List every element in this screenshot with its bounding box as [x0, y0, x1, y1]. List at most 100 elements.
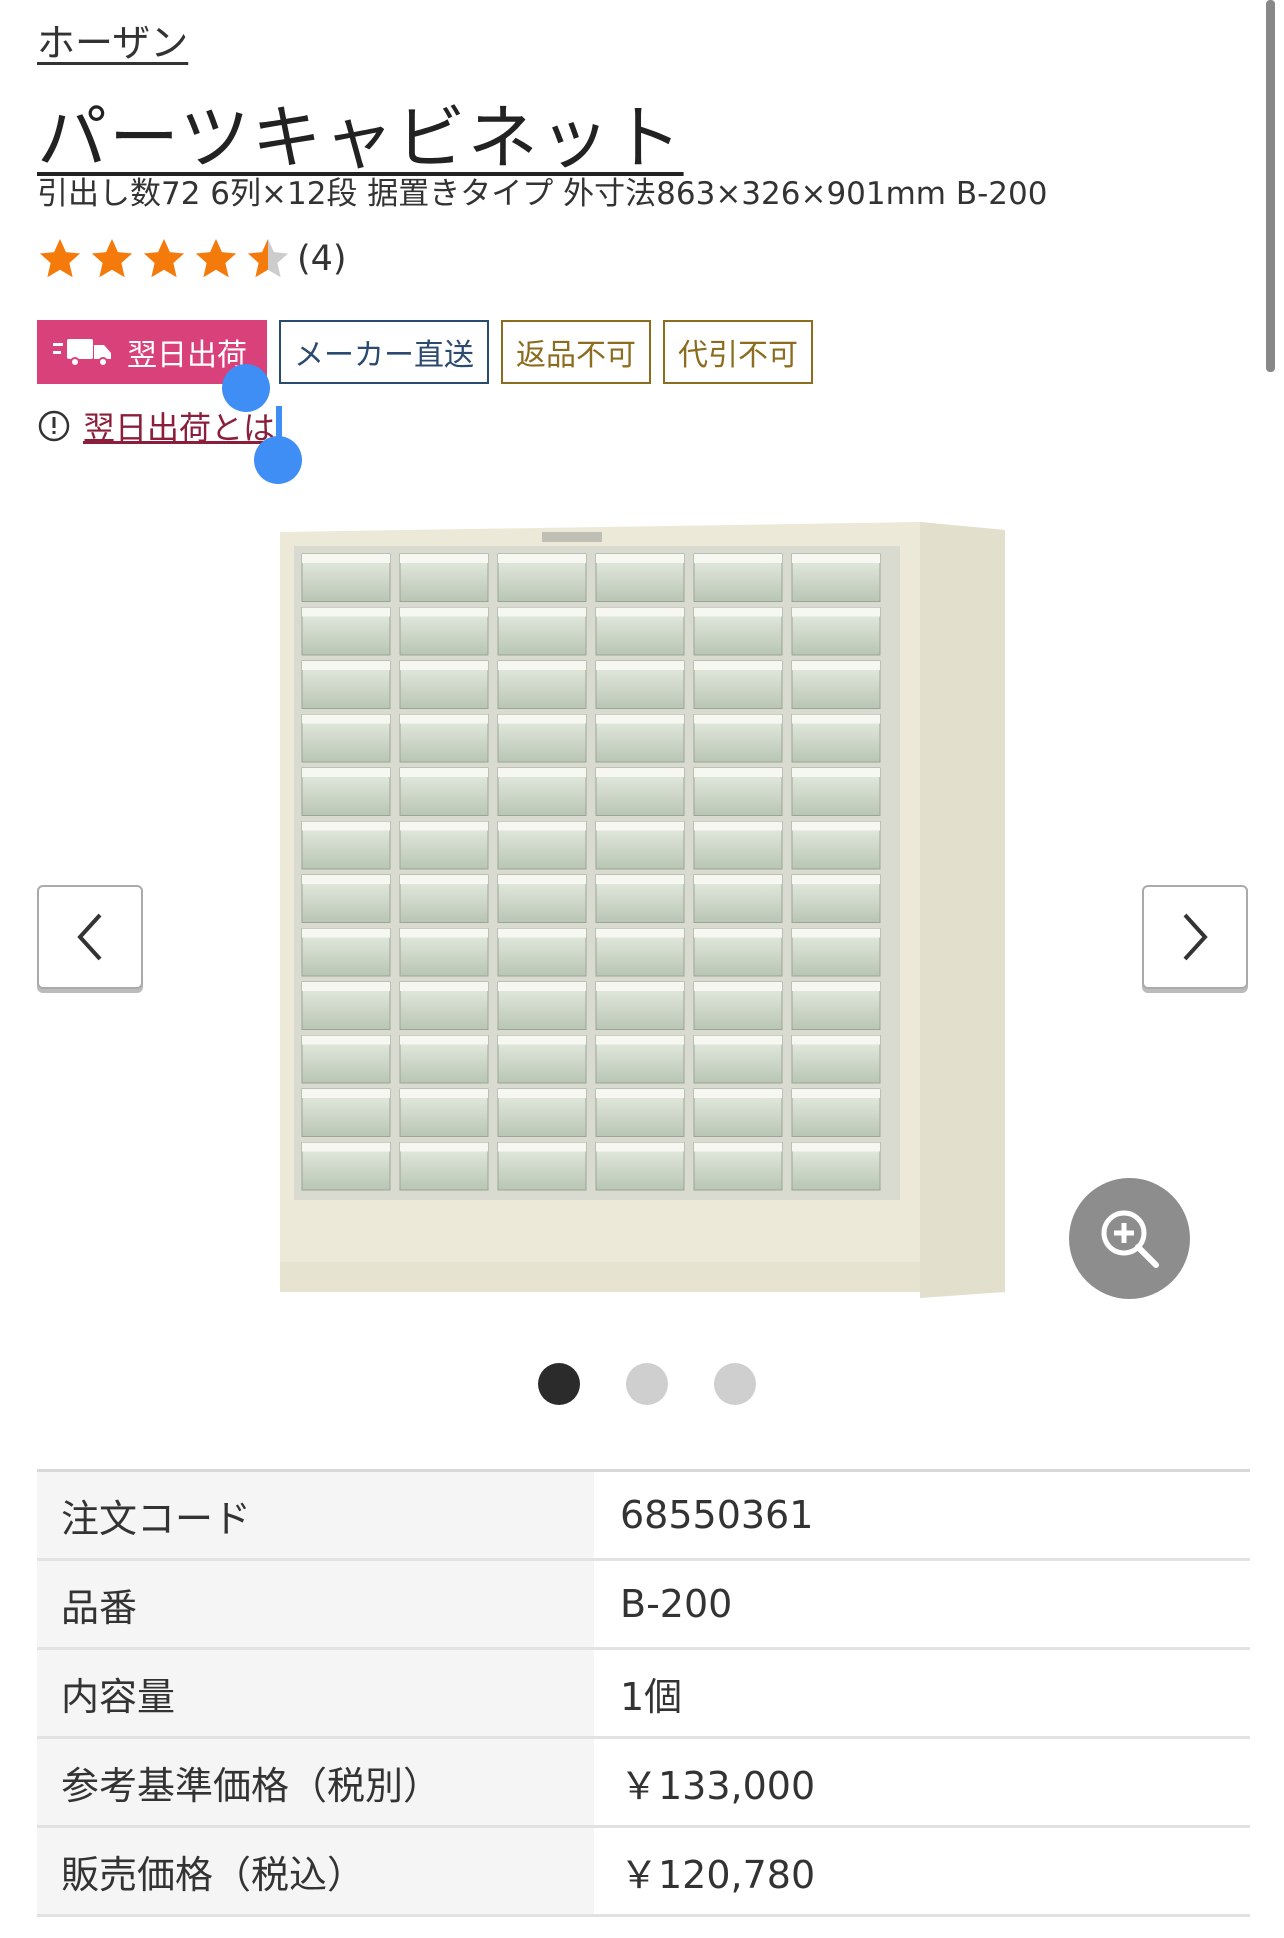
drawer-handle	[694, 1142, 782, 1152]
prev-image-button[interactable]	[37, 885, 143, 989]
drawer-handle	[694, 607, 782, 617]
star-icon	[39, 238, 81, 278]
drawer-handle	[400, 661, 488, 670]
drawer-handle	[596, 554, 684, 563]
drawer-handle	[792, 607, 880, 617]
spec-row: 内容量 1個	[37, 1650, 1250, 1739]
drawer-handle	[792, 661, 880, 670]
zoom-button[interactable]	[1069, 1178, 1190, 1299]
drawer-handle	[596, 1089, 684, 1098]
spec-key: 注文コード	[37, 1472, 594, 1558]
spec-row: 販売価格（税込） ￥120,780	[37, 1828, 1250, 1917]
drawer-handle	[596, 607, 684, 617]
drawer-handle	[792, 714, 880, 724]
drawer-handle	[302, 1035, 390, 1045]
drawer-handle	[596, 1142, 684, 1152]
spec-row: 参考基準価格（税別） ￥133,000	[37, 1739, 1250, 1828]
drawer-handle	[694, 928, 782, 938]
star-icon	[91, 238, 133, 278]
drawer-handle	[792, 1035, 880, 1045]
drawer-handle	[596, 714, 684, 724]
spec-value: 68550361	[620, 1493, 814, 1537]
half-star-icon	[247, 238, 289, 278]
drawer-handle	[596, 982, 684, 991]
drawer-handle	[792, 821, 880, 831]
spec-table: 注文コード 68550361 品番 B-200 内容量 1個 参考基準価格（税別…	[37, 1469, 1250, 1917]
drawer-handle	[400, 1142, 488, 1152]
drawer-handle	[792, 554, 880, 563]
drawer-handle	[400, 875, 488, 884]
carousel-dot[interactable]	[538, 1363, 580, 1405]
drawer-handle	[792, 875, 880, 884]
spec-value: B-200	[620, 1582, 733, 1626]
drawer-handle	[792, 1142, 880, 1152]
spec-key: 販売価格（税込）	[37, 1828, 594, 1914]
drawer-handle	[498, 928, 586, 938]
drawer-handle	[400, 821, 488, 831]
drawer-handle	[498, 821, 586, 831]
star-icon	[195, 238, 237, 278]
drawer-handle	[498, 875, 586, 884]
drawer-handle	[302, 1142, 390, 1152]
zoom-in-icon	[1101, 1210, 1159, 1268]
review-count[interactable]: (4)	[297, 239, 347, 279]
drawer-handle	[694, 875, 782, 884]
spec-row: 注文コード 68550361	[37, 1472, 1250, 1561]
drawer-handle	[302, 714, 390, 724]
drawer-handle	[694, 768, 782, 777]
drawer-handle	[302, 554, 390, 563]
drawer-handle	[792, 928, 880, 938]
drawer-handle	[302, 1089, 390, 1098]
next-image-button[interactable]	[1142, 885, 1248, 989]
no-return-badge: 返品不可	[501, 320, 651, 384]
drawer-handle	[302, 768, 390, 777]
carousel-dot[interactable]	[626, 1363, 668, 1405]
brand-link[interactable]: ホーザン	[37, 12, 188, 67]
rating[interactable]: (4)	[37, 236, 347, 282]
drawer-handle	[400, 714, 488, 724]
drawer-handle	[694, 821, 782, 831]
drawer-handle	[596, 928, 684, 938]
product-image[interactable]	[280, 522, 1010, 1302]
drawer-handle	[792, 1089, 880, 1098]
drawer-handle	[792, 768, 880, 777]
carousel-dots	[538, 1363, 756, 1405]
drawer-handle	[302, 821, 390, 831]
drawer-handle	[596, 661, 684, 670]
drawer-handle	[498, 1089, 586, 1098]
drawer-handle	[694, 554, 782, 563]
star-icon	[143, 238, 185, 278]
drawer-handle	[498, 661, 586, 670]
drawer-handle	[302, 982, 390, 991]
selection-end-handle[interactable]	[254, 436, 302, 484]
drawer-handle	[302, 607, 390, 617]
drawer-handle	[400, 928, 488, 938]
drawer-handle	[498, 714, 586, 724]
drawer-handle	[400, 607, 488, 617]
drawer-handle	[596, 875, 684, 884]
drawer-handle	[400, 1089, 488, 1098]
drawer-handle	[302, 661, 390, 670]
drawer-handle	[498, 1035, 586, 1045]
drawer-handle	[694, 661, 782, 670]
spec-key: 内容量	[37, 1650, 594, 1736]
chevron-left-icon	[77, 913, 102, 961]
drawer-handle	[596, 1035, 684, 1045]
drawer-handle	[596, 768, 684, 777]
page-scrollbar[interactable]	[1266, 0, 1275, 372]
drawer-handle	[498, 607, 586, 617]
next-day-label: 翌日出荷	[127, 338, 247, 373]
spec-value: ￥133,000	[620, 1763, 816, 1808]
spec-value: ￥120,780	[620, 1852, 816, 1897]
drawer-handle	[694, 714, 782, 724]
info-circle-icon	[38, 410, 70, 442]
drawer-handle	[400, 982, 488, 991]
selection-start-handle[interactable]	[222, 364, 270, 412]
drawer-handle	[400, 768, 488, 777]
spec-value: 1個	[620, 1674, 683, 1719]
drawer-handle	[400, 1035, 488, 1045]
spec-row: 品番 B-200	[37, 1561, 1250, 1650]
spec-key: 参考基準価格（税別）	[37, 1739, 594, 1825]
maker-direct-badge: メーカー直送	[279, 320, 489, 384]
carousel-dot[interactable]	[714, 1363, 756, 1405]
